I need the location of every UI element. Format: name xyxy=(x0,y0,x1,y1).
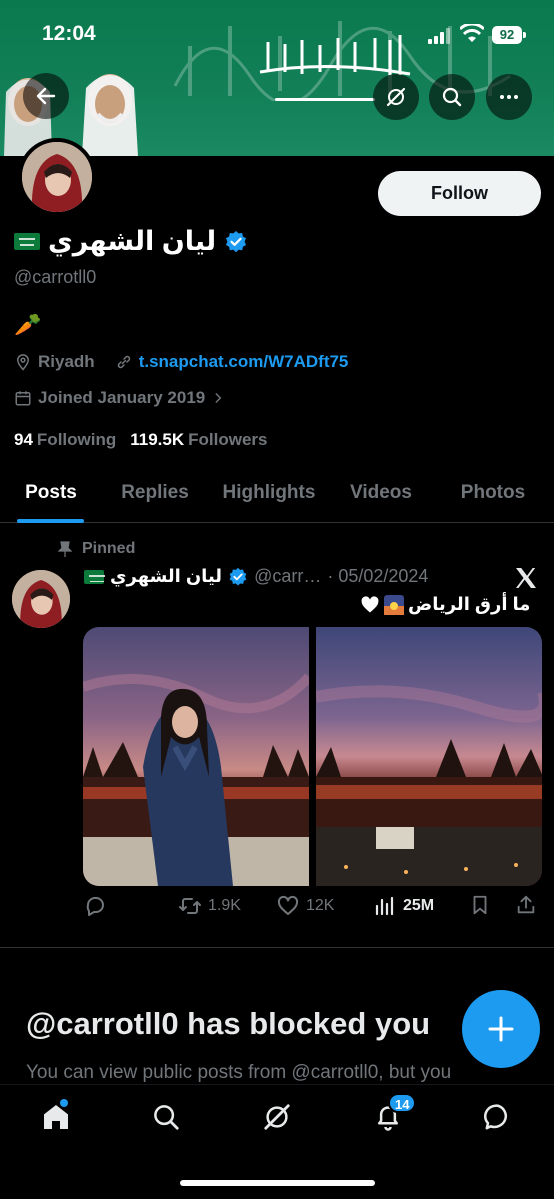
home-unread-dot xyxy=(60,1099,68,1107)
tab-photos[interactable]: Photos xyxy=(432,470,554,522)
repost-icon xyxy=(179,898,201,914)
bookmark-button[interactable] xyxy=(469,894,491,916)
profile-link-text[interactable]: t.snapchat.com/W7ADft75 xyxy=(139,352,349,372)
section-divider xyxy=(0,947,554,948)
battery-indicator: 92 xyxy=(492,26,526,44)
like-button[interactable]: 12K xyxy=(276,894,334,918)
post-media-gallery[interactable] xyxy=(83,627,542,886)
grok-icon xyxy=(264,1104,290,1130)
post-author-avatar[interactable] xyxy=(12,570,70,628)
profile-meta-row: Riyadh t.snapchat.com/W7ADft75 xyxy=(14,352,348,372)
banner-sword xyxy=(275,98,375,101)
pin-icon xyxy=(58,541,72,557)
verified-badge-icon[interactable] xyxy=(224,230,248,254)
wifi-icon xyxy=(460,24,484,42)
profile-handle: @carrotll0 xyxy=(14,267,97,287)
tab-highlights[interactable]: Highlights xyxy=(208,470,330,522)
nav-messages[interactable] xyxy=(480,1099,516,1135)
post-date: · 05/02/2024 xyxy=(327,566,429,586)
x-logo-icon xyxy=(516,568,536,588)
post-text-row: ما أرق الرياض xyxy=(360,594,542,615)
reply-button[interactable] xyxy=(83,894,113,918)
like-count: 12K xyxy=(306,897,335,914)
verified-badge-icon xyxy=(229,567,247,585)
following-stat[interactable]: 94 Following xyxy=(14,430,116,450)
reply-icon xyxy=(86,897,104,916)
followers-stat[interactable]: 119.5K Followers xyxy=(130,430,267,450)
location-pin-icon xyxy=(16,354,30,371)
post-text: ما أرق الرياض xyxy=(408,594,531,614)
share-icon xyxy=(517,895,535,914)
post-photo-2[interactable] xyxy=(315,627,542,886)
search-button[interactable] xyxy=(429,74,475,120)
messages-icon xyxy=(483,1104,508,1130)
repost-button[interactable]: 1.9K xyxy=(178,894,241,918)
search-icon xyxy=(442,87,462,107)
repost-count: 1.9K xyxy=(208,897,241,914)
profile-bio: 🥕 xyxy=(14,312,42,337)
grok-button[interactable] xyxy=(373,74,419,120)
notifications-badge: 14 xyxy=(388,1093,417,1113)
nav-search[interactable] xyxy=(148,1099,184,1135)
plus-icon xyxy=(488,1016,514,1042)
bookmark-icon xyxy=(473,895,487,915)
profile-name-row: ليان الشهري xyxy=(14,226,248,257)
heart-icon xyxy=(277,895,299,915)
saudi-flag-icon xyxy=(84,569,105,584)
active-tab-indicator xyxy=(17,519,84,523)
profile-joined-date: Joined January 2019 xyxy=(38,388,206,407)
saudi-flag-icon xyxy=(14,233,40,250)
tab-replies[interactable]: Replies xyxy=(102,470,208,522)
view-count: 25M xyxy=(403,897,435,914)
back-arrow-icon xyxy=(36,87,56,105)
status-bar: 12:04 92 xyxy=(0,0,554,70)
blocked-title: @carrotll0 has blocked you xyxy=(26,1006,431,1041)
grok-icon xyxy=(386,87,406,107)
share-button[interactable] xyxy=(515,894,537,916)
profile-tabs: Posts Replies Highlights Videos Photos xyxy=(0,470,554,523)
nav-notifications[interactable]: 14 xyxy=(370,1093,417,1135)
white-heart-emoji-icon xyxy=(361,595,379,612)
chevron-right-icon xyxy=(215,393,222,403)
home-icon xyxy=(44,1105,68,1129)
back-button[interactable] xyxy=(23,73,69,119)
post-photo-2-image xyxy=(315,627,542,886)
profile-avatar-image xyxy=(22,142,92,212)
more-options-button[interactable] xyxy=(486,74,532,120)
views-button[interactable]: 25M xyxy=(373,894,434,918)
post-author-name[interactable]: ليان الشهري xyxy=(110,566,222,587)
profile-location: Riyadh xyxy=(38,352,95,371)
pinned-label: Pinned xyxy=(82,540,136,557)
profile-stats: 94 Following 119.5K Followers xyxy=(14,430,268,450)
follow-button[interactable]: Follow xyxy=(378,171,541,216)
post-photo-1[interactable] xyxy=(83,627,310,886)
sunset-emoji-icon xyxy=(384,594,404,615)
profile-display-name: ليان الشهري xyxy=(48,226,217,256)
cellular-signal-icon xyxy=(428,28,450,44)
nav-grok[interactable] xyxy=(259,1099,295,1135)
calendar-icon xyxy=(15,391,31,406)
more-icon xyxy=(500,95,518,99)
post-photo-1-image xyxy=(83,627,310,886)
analytics-icon xyxy=(375,896,394,916)
tab-videos[interactable]: Videos xyxy=(330,470,432,522)
compose-post-button[interactable] xyxy=(462,990,540,1068)
pinned-label-row: Pinned xyxy=(58,540,135,558)
post-header: ليان الشهري @carr… · 05/02/2024 xyxy=(84,566,428,587)
tab-posts[interactable]: Posts xyxy=(0,470,102,523)
profile-joined-row[interactable]: Joined January 2019 xyxy=(14,388,225,408)
post-author-handle: @carr… xyxy=(254,566,322,586)
link-icon xyxy=(117,355,130,369)
nav-home[interactable] xyxy=(38,1099,74,1135)
post-actions: 1.9K 12K 25M xyxy=(83,894,542,924)
post-avatar-image xyxy=(12,570,70,628)
profile-avatar[interactable] xyxy=(18,138,96,216)
status-time: 12:04 xyxy=(42,22,96,45)
home-indicator xyxy=(180,1180,375,1186)
profile-link[interactable]: t.snapchat.com/W7ADft75 xyxy=(115,352,349,372)
search-icon xyxy=(154,1105,179,1130)
